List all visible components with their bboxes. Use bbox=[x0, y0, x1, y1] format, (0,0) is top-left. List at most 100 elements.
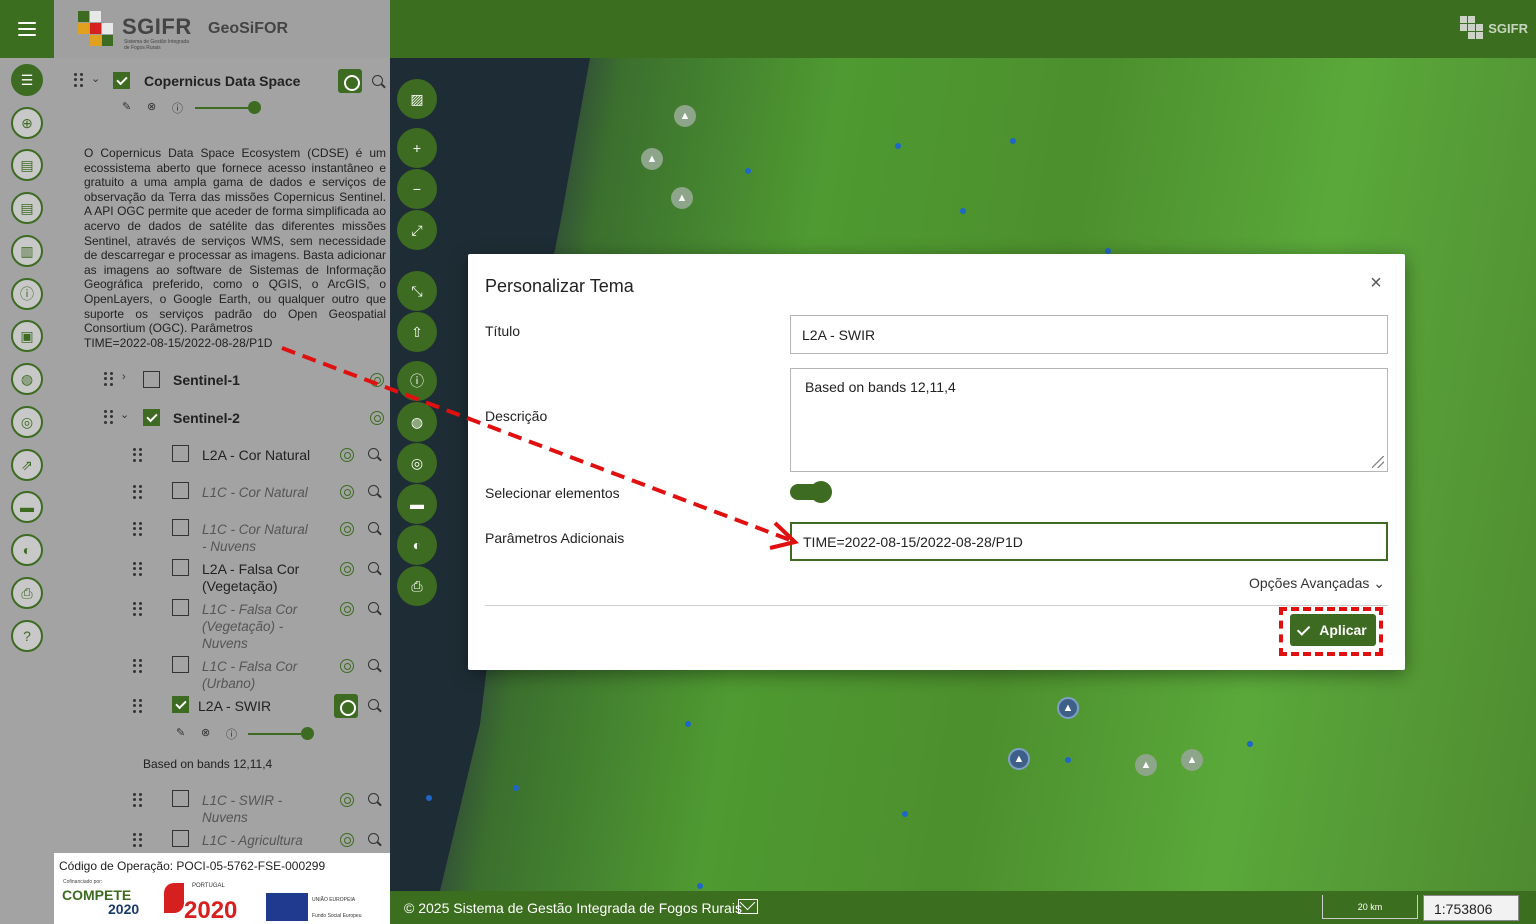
map-globe-button[interactable]: ◍ bbox=[397, 402, 437, 442]
map-marker-triangle-icon[interactable]: ▲ bbox=[671, 187, 693, 209]
layer-checkbox[interactable] bbox=[172, 445, 189, 462]
map-print-button[interactable]: ⎙ bbox=[397, 566, 437, 606]
drag-handle-icon[interactable] bbox=[133, 448, 143, 462]
drag-handle-icon[interactable] bbox=[133, 699, 143, 713]
fit-extent-button[interactable]: ⤢ bbox=[397, 210, 437, 250]
layer-zoom-search-icon[interactable] bbox=[368, 699, 379, 710]
sentinel2-settings-gear-icon[interactable] bbox=[370, 411, 384, 425]
layer-settings-gear-icon[interactable] bbox=[340, 448, 354, 462]
drag-handle-icon[interactable] bbox=[104, 372, 114, 386]
layer-zoom-search-icon[interactable] bbox=[368, 485, 379, 496]
drag-handle-icon[interactable] bbox=[133, 793, 143, 807]
chevron-right-icon[interactable]: › bbox=[122, 371, 126, 383]
additional-params-input[interactable]: TIME=2022-08-15/2022-08-28/P1D bbox=[790, 522, 1388, 561]
layer-settings-gear-icon[interactable] bbox=[340, 485, 354, 499]
edit-pencil-icon[interactable]: ✎ bbox=[176, 726, 185, 739]
drag-handle-icon[interactable] bbox=[133, 659, 143, 673]
layer-zoom-search-icon[interactable] bbox=[368, 659, 379, 670]
map-point[interactable] bbox=[1065, 757, 1071, 763]
layers-list-button[interactable]: ☰ bbox=[11, 64, 43, 96]
layer-checkbox[interactable] bbox=[172, 559, 189, 576]
zoom-out-button[interactable]: − bbox=[397, 169, 437, 209]
group-settings-gear-icon[interactable] bbox=[338, 69, 362, 93]
layer-zoom-search-icon[interactable] bbox=[368, 522, 379, 533]
print-button[interactable]: ⎙ bbox=[11, 577, 43, 609]
info-icon[interactable]: ⓘ bbox=[226, 726, 237, 742]
drag-handle-icon[interactable] bbox=[133, 485, 143, 499]
remove-icon[interactable]: ⊗ bbox=[201, 726, 210, 739]
group-opacity-slider[interactable] bbox=[195, 107, 255, 109]
group-zoom-search-icon[interactable] bbox=[372, 75, 383, 86]
layer-settings-gear-icon[interactable] bbox=[340, 793, 354, 807]
layer-zoom-search-icon[interactable] bbox=[368, 448, 379, 459]
layer-settings-gear-icon[interactable] bbox=[340, 659, 354, 673]
up-button[interactable]: ⇧ bbox=[397, 312, 437, 352]
map-marker-triangle-icon[interactable]: ▲ bbox=[674, 105, 696, 127]
edit-pencil-icon[interactable]: ✎ bbox=[122, 100, 131, 113]
layer-checkbox[interactable] bbox=[172, 599, 189, 616]
swir-opacity-knob[interactable] bbox=[301, 727, 314, 740]
layer-zoom-search-icon[interactable] bbox=[368, 833, 379, 844]
id-card-button[interactable]: ▣ bbox=[11, 320, 43, 352]
sentinel2-checkbox[interactable] bbox=[143, 409, 160, 426]
map-point[interactable] bbox=[513, 785, 519, 791]
map-button[interactable]: ▥ bbox=[11, 235, 43, 267]
close-icon[interactable]: × bbox=[1367, 273, 1385, 293]
chevron-down-icon[interactable]: ⌄ bbox=[91, 72, 100, 85]
scale-value[interactable]: 1:753806 bbox=[1423, 895, 1519, 921]
drag-handle-icon[interactable] bbox=[74, 73, 84, 87]
collapse-button[interactable]: ⤡ bbox=[397, 271, 437, 311]
help-button[interactable]: ? bbox=[11, 620, 43, 652]
map-style-button[interactable]: ◐ bbox=[397, 525, 437, 565]
resize-grip-icon[interactable] bbox=[1372, 456, 1384, 468]
globe-button[interactable]: ◍ bbox=[11, 363, 43, 395]
map-marker-triangle-icon[interactable]: ▲ bbox=[1008, 748, 1030, 770]
map-point[interactable] bbox=[426, 795, 432, 801]
layer-checkbox[interactable] bbox=[172, 482, 189, 499]
style-button[interactable]: ◐ bbox=[11, 534, 43, 566]
layer-checkbox[interactable] bbox=[172, 790, 189, 807]
group-checkbox[interactable] bbox=[113, 72, 130, 89]
map-point[interactable] bbox=[902, 811, 908, 817]
info-icon[interactable]: ⓘ bbox=[172, 100, 183, 116]
external-link-button[interactable]: ⇗ bbox=[11, 449, 43, 481]
layer-checkbox[interactable] bbox=[172, 830, 189, 847]
drag-handle-icon[interactable] bbox=[133, 522, 143, 536]
measure-button[interactable]: ▬ bbox=[11, 491, 43, 523]
description-textarea[interactable]: Based on bands 12,11,4 bbox=[790, 368, 1388, 472]
map-point[interactable] bbox=[697, 883, 703, 889]
layer-checkbox[interactable] bbox=[172, 656, 189, 673]
layer-settings-gear-icon[interactable] bbox=[334, 694, 358, 718]
title-input[interactable]: L2A - SWIR bbox=[790, 315, 1388, 354]
advanced-options-toggle[interactable]: Opções Avançadas ⌄ bbox=[1249, 575, 1385, 592]
document-button[interactable]: ▤ bbox=[11, 149, 43, 181]
map-point[interactable] bbox=[745, 168, 751, 174]
map-info-button[interactable]: ⓘ bbox=[397, 361, 437, 401]
map-marker-triangle-icon[interactable]: ▲ bbox=[1057, 697, 1079, 719]
info-button[interactable]: ⓘ bbox=[11, 278, 43, 310]
chevron-down-icon[interactable]: ⌄ bbox=[120, 408, 129, 421]
map-point[interactable] bbox=[685, 721, 691, 727]
map-measure-button[interactable]: ▬ bbox=[397, 484, 437, 524]
remove-icon[interactable]: ⊗ bbox=[147, 100, 156, 113]
layer-checkbox[interactable] bbox=[172, 519, 189, 536]
target-button[interactable]: ◎ bbox=[11, 406, 43, 438]
mail-icon[interactable] bbox=[738, 899, 758, 914]
map-point[interactable] bbox=[1247, 741, 1253, 747]
basemap-button[interactable]: ▨ bbox=[397, 79, 437, 119]
sentinel1-settings-gear-icon[interactable] bbox=[370, 373, 384, 387]
select-elements-toggle[interactable] bbox=[790, 481, 832, 503]
layer-settings-gear-icon[interactable] bbox=[340, 522, 354, 536]
drag-handle-icon[interactable] bbox=[104, 410, 114, 424]
layer-zoom-search-icon[interactable] bbox=[368, 562, 379, 573]
layer-settings-gear-icon[interactable] bbox=[340, 562, 354, 576]
layer-checkbox[interactable] bbox=[172, 696, 189, 713]
map-point[interactable] bbox=[895, 143, 901, 149]
sentinel1-checkbox[interactable] bbox=[143, 371, 160, 388]
add-layer-button[interactable]: ⊕ bbox=[11, 107, 43, 139]
zoom-in-button[interactable]: + bbox=[397, 128, 437, 168]
drag-handle-icon[interactable] bbox=[133, 562, 143, 576]
map-point[interactable] bbox=[1010, 138, 1016, 144]
layer-settings-gear-icon[interactable] bbox=[340, 833, 354, 847]
map-marker-triangle-icon[interactable]: ▲ bbox=[1181, 749, 1203, 771]
